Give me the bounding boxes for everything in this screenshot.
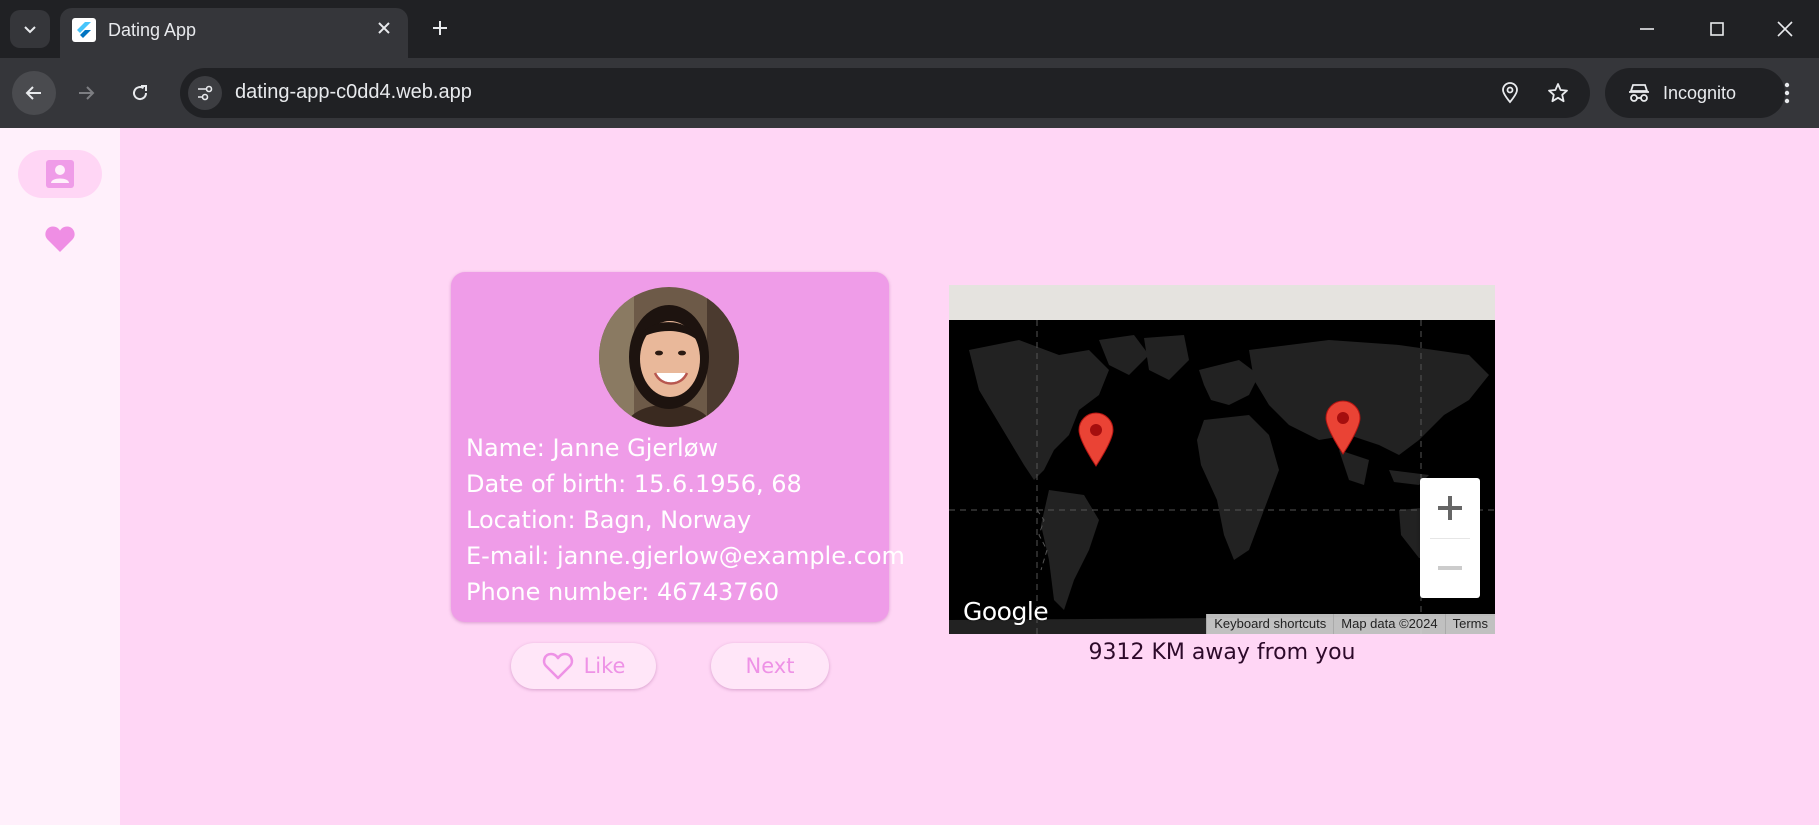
incognito-profile-button[interactable]: Incognito (1605, 68, 1785, 118)
map-zoom-controls (1420, 478, 1480, 598)
back-button[interactable] (12, 71, 56, 115)
phone-value: 46743760 (656, 578, 780, 606)
world-map-tiles[interactable] (949, 320, 1495, 634)
plus-icon (1438, 496, 1462, 520)
browser-menu-button[interactable] (1772, 78, 1802, 108)
minimize-icon (1640, 28, 1654, 30)
chevron-down-icon (24, 26, 36, 34)
zoom-in-button[interactable] (1420, 478, 1480, 538)
map-marker-icon[interactable] (1077, 411, 1115, 467)
address-bar[interactable]: dating-app-c0dd4.web.app (180, 68, 1590, 118)
map-empty-area (949, 285, 1495, 320)
like-label: Like (583, 654, 626, 678)
map-data-label: Map data ©2024 (1333, 614, 1445, 634)
dob-value: 15.6.1956, 68 (633, 470, 802, 498)
reload-button[interactable] (118, 71, 162, 115)
next-label: Next (745, 654, 795, 678)
close-window-button[interactable] (1751, 0, 1819, 58)
keyboard-shortcuts-link[interactable]: Keyboard shortcuts (1206, 614, 1334, 634)
location-label: Location: (466, 506, 576, 534)
browser-tab[interactable]: Dating App (60, 8, 408, 58)
rail-item-profiles[interactable] (18, 150, 102, 198)
email-value: janne.gjerlow@example.com (556, 542, 905, 570)
site-settings-icon[interactable] (188, 76, 222, 110)
new-tab-button[interactable] (424, 12, 456, 44)
zoom-out-button[interactable] (1420, 538, 1480, 598)
profile-location-row: Location: Bagn, Norway (466, 502, 886, 538)
email-label: E-mail: (466, 542, 550, 570)
tab-search-button[interactable] (10, 10, 50, 48)
profile-phone-row: Phone number: 46743760 (466, 574, 886, 610)
bookmark-star-icon[interactable] (1545, 80, 1571, 106)
heart-outline-icon (542, 652, 573, 680)
arrow-left-icon (25, 86, 41, 100)
google-logo[interactable]: Google (963, 597, 1049, 626)
name-value: Janne Gjerløw (552, 434, 719, 462)
person-card-icon (46, 160, 74, 188)
reload-icon (133, 85, 148, 101)
browser-toolbar: dating-app-c0dd4.web.app Incognito (0, 58, 1819, 128)
map-widget[interactable]: Google Keyboard shortcuts Map data ©2024… (949, 285, 1495, 634)
more-vertical-icon (1784, 82, 1790, 104)
tab-title: Dating App (108, 20, 197, 40)
profile-name-row: Name: Janne Gjerløw (466, 430, 886, 466)
arrow-right-icon (79, 86, 95, 100)
maximize-button[interactable] (1683, 0, 1751, 58)
distance-text: 9312 KM away from you (1088, 640, 1356, 665)
maximize-icon (1710, 22, 1724, 36)
heart-icon (45, 226, 75, 252)
navigation-rail (0, 128, 120, 825)
location-value: Bagn, Norway (583, 506, 752, 534)
name-label: Name: (466, 434, 545, 462)
rail-item-likes[interactable] (18, 215, 102, 263)
browser-tab-bar: Dating App (0, 0, 1819, 58)
like-button[interactable]: Like (511, 643, 656, 689)
plus-icon (433, 21, 447, 35)
profile-label: Incognito (1663, 82, 1737, 103)
close-icon (1777, 21, 1793, 37)
minimize-button[interactable] (1613, 0, 1681, 58)
map-marker-icon[interactable] (1324, 399, 1362, 455)
location-pin-icon[interactable] (1497, 80, 1523, 106)
flutter-favicon-icon (72, 18, 96, 42)
dob-label: Date of birth: (466, 470, 627, 498)
phone-label: Phone number: (466, 578, 650, 606)
close-tab-icon[interactable] (372, 16, 396, 40)
profile-dob-row: Date of birth: 15.6.1956, 68 (466, 466, 886, 502)
minus-icon (1438, 566, 1462, 570)
profile-card: Name: Janne Gjerløw Date of birth: 15.6.… (451, 272, 905, 622)
forward-button[interactable] (64, 71, 108, 115)
next-button[interactable]: Next (711, 643, 829, 689)
incognito-icon (1629, 84, 1649, 102)
profile-info: Name: Janne Gjerløw Date of birth: 15.6.… (466, 430, 905, 610)
map-attribution: Keyboard shortcuts Map data ©2024 Terms (1206, 614, 1495, 634)
profile-email-row: E-mail: janne.gjerlow@example.com (466, 538, 905, 574)
terms-link[interactable]: Terms (1444, 614, 1495, 634)
profile-avatar (599, 287, 739, 427)
url-text: dating-app-c0dd4.web.app (235, 81, 472, 103)
